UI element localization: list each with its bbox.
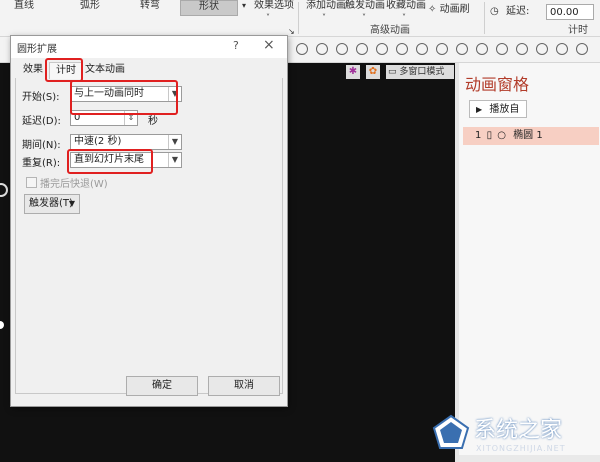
trigger-button[interactable]: 触发器(T) ▼: [24, 194, 80, 214]
ribbon: 直线 弧形 转弯 形状 ▾ 效果选项 ˅ 添加动画 触发动画 收藏动画 ˅ ˅ …: [0, 0, 600, 37]
ribbon-tab-arc[interactable]: 弧形: [70, 0, 110, 14]
ribbon-divider: [484, 2, 485, 34]
dialog-titlebar[interactable]: 圆形扩展 ? ×: [11, 36, 287, 58]
ribbon-tab-shape[interactable]: 形状: [180, 0, 238, 16]
animation-painter-button[interactable]: ✧ 动画刷: [428, 4, 470, 16]
tab-text-animation[interactable]: 文本动画: [83, 62, 127, 78]
selection-handle[interactable]: [0, 321, 4, 329]
rewind-label: 播完后快退(W): [40, 179, 108, 190]
trigger-animation-button[interactable]: 触发动画: [345, 0, 385, 12]
help-button[interactable]: ?: [233, 39, 239, 52]
ok-button[interactable]: 确定: [126, 376, 198, 396]
mouse-click-icon: ▯: [486, 130, 493, 141]
item-index: 1: [475, 130, 482, 141]
favorite-animation-button[interactable]: 收藏动画: [386, 0, 426, 12]
shape-icon[interactable]: [356, 43, 368, 55]
trigger-label: 触发器(T): [29, 198, 73, 209]
rewind-checkbox[interactable]: [26, 177, 37, 188]
multi-window-mode-button[interactable]: ▭ 多窗口模式: [386, 65, 454, 79]
dialog-title: 圆形扩展: [17, 44, 57, 55]
ribbon-tab-turn[interactable]: 转弯: [130, 0, 170, 14]
shape-icon[interactable]: [436, 43, 448, 55]
ribbon-scroll-icon[interactable]: ▾: [240, 0, 248, 14]
circle-expand-dialog: 圆形扩展 ? × 效果 计时 文本动画 开始(S): 与上一动画同时 ▼ 延迟(…: [10, 35, 288, 407]
period-label: 期间(N):: [22, 140, 61, 151]
watermark-text: 系统之家: [474, 418, 563, 443]
shape-icon[interactable]: [376, 43, 388, 55]
chevron-down-icon[interactable]: ˅: [322, 12, 326, 24]
watermark-logo-icon: [432, 414, 470, 450]
cancel-button[interactable]: 取消: [208, 376, 280, 396]
clock-icon: ◷: [490, 6, 499, 17]
play-from-button[interactable]: ▶ 播放自: [469, 100, 527, 118]
effect-options-button[interactable]: 效果选项: [254, 0, 294, 12]
pane-title: 动画窗格: [465, 75, 530, 94]
group-label-timing: 计时: [568, 25, 588, 36]
align-icon[interactable]: [456, 43, 468, 55]
animation-painter-label: 动画刷: [439, 4, 470, 15]
highlight-start-select: [70, 80, 178, 115]
delay-input[interactable]: 00.00: [546, 4, 594, 20]
period-value: 中速(2 秒): [74, 136, 122, 147]
animation-list-item[interactable]: 1 ▯ ○ 椭圆 1: [463, 127, 599, 145]
repeat-label: 重复(R):: [22, 158, 61, 169]
align-icon[interactable]: [516, 43, 528, 55]
close-button[interactable]: ×: [263, 37, 275, 53]
shape-icon[interactable]: [296, 43, 308, 55]
align-icon[interactable]: [556, 43, 568, 55]
group-label-advanced-animation: 高级动画: [370, 25, 410, 36]
magic-wand-icon[interactable]: ✱: [346, 65, 360, 79]
circle-icon: ○: [497, 130, 506, 141]
align-icon[interactable]: [576, 43, 588, 55]
delay-label: 延迟(D):: [22, 116, 61, 127]
brush-icon: ✧: [428, 4, 437, 15]
chevron-down-icon[interactable]: ▼: [168, 153, 181, 167]
watermark-url: XITONGZHIJIA.NET: [476, 444, 566, 453]
shape-icon[interactable]: [416, 43, 428, 55]
highlight-repeat-select: [67, 149, 153, 174]
gear-icon[interactable]: ✿: [366, 65, 380, 79]
shape-icon[interactable]: [316, 43, 328, 55]
rotate-handle[interactable]: [0, 183, 8, 197]
start-label: 开始(S):: [22, 92, 60, 103]
ribbon-tab-line[interactable]: 直线: [4, 0, 44, 14]
timing-tab-panel: 开始(S): 与上一动画同时 ▼ 延迟(D): 0 ⇕ 秒 期间(N): 中速(…: [15, 78, 283, 394]
add-animation-button[interactable]: 添加动画: [306, 0, 346, 12]
chevron-down-icon[interactable]: ˅: [362, 12, 366, 24]
ribbon-divider: [298, 2, 299, 34]
chevron-down-icon[interactable]: ▼: [168, 135, 181, 149]
shape-icon[interactable]: [336, 43, 348, 55]
multi-window-label: 多窗口模式: [399, 67, 445, 77]
align-icon[interactable]: [496, 43, 508, 55]
period-select[interactable]: 中速(2 秒) ▼: [70, 134, 182, 150]
play-icon: ▶: [476, 105, 483, 114]
watermark: 系统之家 XITONGZHIJIA.NET: [432, 414, 598, 458]
window-icon: ▭: [388, 67, 397, 77]
shape-icon[interactable]: [396, 43, 408, 55]
delay-label: 延迟:: [506, 6, 530, 17]
play-from-label: 播放自: [489, 104, 520, 115]
align-icon[interactable]: [476, 43, 488, 55]
animation-pane: 动画窗格 ▶ 播放自 1 ▯ ○ 椭圆 1: [459, 63, 600, 462]
double-chevron-down-icon: ▼: [68, 199, 75, 208]
item-name: 椭圆 1: [513, 130, 543, 141]
align-icon[interactable]: [536, 43, 548, 55]
chevron-down-icon[interactable]: ˅: [266, 12, 270, 24]
